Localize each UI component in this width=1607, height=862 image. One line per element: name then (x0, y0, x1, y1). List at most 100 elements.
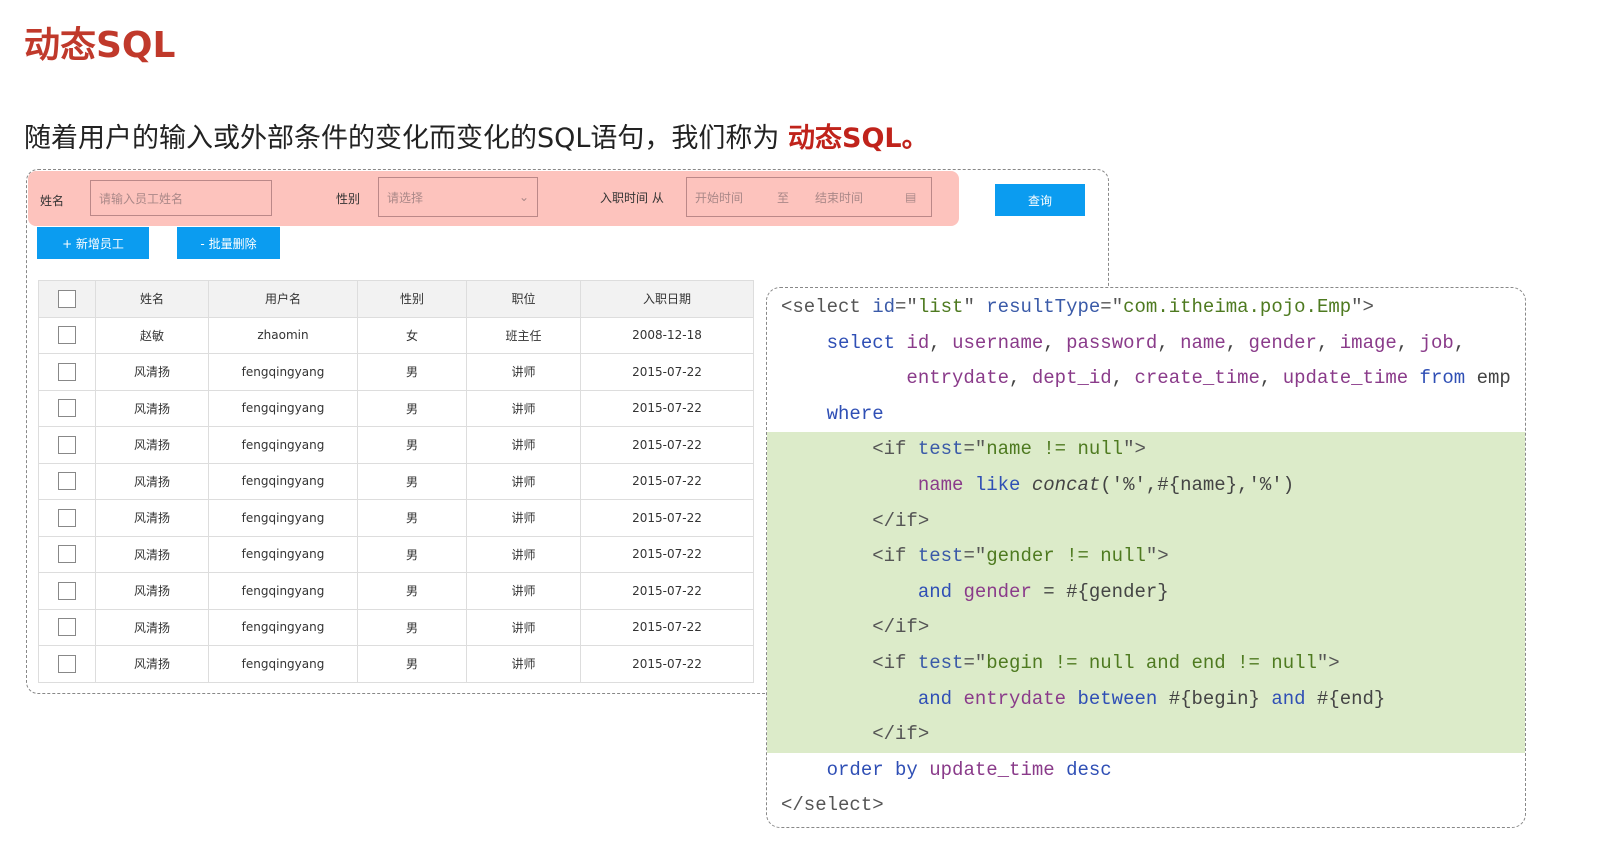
table-cell: 2015-07-22 (580, 462, 754, 500)
code-line: <select id="list" resultType="com.itheim… (781, 289, 1374, 325)
calendar-icon: ▤ (905, 190, 917, 204)
select-all-checkbox[interactable] (58, 289, 76, 308)
table-row: 赵敏 zhaomin 女班主任 2008-12-18 (38, 316, 754, 354)
row-checkbox[interactable] (58, 545, 76, 564)
code-token: com.itheima.pojo.Emp (1123, 296, 1352, 318)
code-line: </if> (781, 716, 929, 752)
code-token: gender (963, 580, 1044, 603)
code-token: , (1157, 331, 1181, 354)
table-cell: fengqingyang (208, 426, 358, 464)
row-checkbox-cell (38, 353, 96, 391)
gender-label: 性别 (336, 192, 361, 206)
code-token: =" (963, 438, 987, 461)
add-employee-button[interactable]: + 新增员工 (37, 227, 149, 259)
code-token: <select (781, 296, 873, 318)
code-line: entrydate, dept_id, create_time, update_… (781, 360, 1510, 396)
table-cell: 2008-12-18 (580, 316, 754, 354)
code-token: password (1066, 331, 1158, 354)
table-cell: 风清扬 (95, 462, 209, 500)
table-cell: 风清扬 (95, 535, 209, 573)
table-cell: 讲师 (466, 645, 581, 683)
date-range-input[interactable]: 开始时间 至 结束时间 ▤ (686, 177, 932, 217)
table-cell: 2015-07-22 (580, 535, 754, 573)
code-line: and entrydate between #{begin} and #{end… (781, 681, 1386, 717)
code-token: </select> (781, 794, 884, 817)
subtitle: 随着用户的输入或外部条件的变化而变化的SQL语句，我们称为 动态SQL。 (24, 116, 929, 155)
table-cell: fengqingyang (208, 572, 358, 610)
name-input[interactable]: 请输入员工姓名 (90, 180, 272, 216)
row-checkbox[interactable] (58, 399, 76, 418)
code-token: desc (1066, 758, 1112, 781)
table-cell: 2015-07-22 (580, 572, 754, 610)
row-checkbox[interactable] (58, 472, 76, 491)
code-token: = #{gender} (1043, 580, 1169, 603)
code-token: id (906, 331, 930, 354)
code-line: <if test="gender != null"> (781, 538, 1168, 574)
code-token: </if> (872, 509, 930, 532)
code-token: and (1271, 687, 1317, 710)
row-checkbox-cell (38, 535, 96, 573)
code-token: order by (826, 758, 930, 781)
code-line: order by update_time desc (781, 752, 1112, 788)
table-row: 风清扬 fengqingyang 男讲师 2015-07-22 (38, 462, 754, 500)
query-button[interactable]: 查询 (995, 184, 1085, 216)
code-token: image (1339, 331, 1397, 354)
code-token: " (963, 296, 987, 318)
table-cell: 讲师 (466, 535, 581, 573)
table-cell: 2015-07-22 (580, 645, 754, 683)
employee-table: 姓名 用户名 性别 职位 入职日期 赵敏 zhaomin 女班主任 2008-12-18 风清扬… (38, 280, 754, 683)
row-checkbox[interactable] (58, 654, 76, 673)
row-checkbox[interactable] (58, 326, 76, 345)
code-token: list (917, 296, 964, 318)
table-cell: 2015-07-22 (580, 389, 754, 427)
start-date: 开始时间 (695, 190, 744, 205)
subtitle-text: 随着用户的输入或外部条件的变化而变化的SQL语句，我们称为 (24, 123, 789, 154)
table-cell: fengqingyang (208, 389, 358, 427)
table-row: 风清扬 fengqingyang 男讲师 2015-07-22 (38, 572, 754, 610)
code-line: </select> (781, 787, 884, 823)
table-cell: fengqingyang (208, 462, 358, 500)
gender-select[interactable]: 请选择 ⌄ (378, 177, 538, 217)
code-token: , (1259, 367, 1283, 390)
batch-delete-button[interactable]: - 批量删除 (177, 227, 280, 259)
code-token: , (1396, 331, 1420, 354)
row-checkbox[interactable] (58, 618, 76, 637)
code-token: , (1009, 367, 1032, 390)
gender-placeholder: 请选择 (387, 190, 424, 205)
row-checkbox[interactable] (58, 581, 76, 600)
code-token: name (1180, 331, 1226, 354)
table-cell: 讲师 (466, 389, 581, 427)
code-token: , (1316, 331, 1340, 354)
table-row: 风清扬 fengqingyang 男讲师 2015-07-22 (38, 426, 754, 464)
code-token: and (917, 580, 964, 603)
table-cell: 讲师 (466, 462, 581, 500)
table-cell: 风清扬 (95, 389, 209, 427)
code-token: =" (895, 296, 918, 318)
code-token: from (1408, 367, 1477, 390)
row-checkbox[interactable] (58, 362, 76, 381)
table-row: 风清扬 fengqingyang 男讲师 2015-07-22 (38, 389, 754, 427)
table-cell: 风清扬 (95, 645, 209, 683)
row-checkbox-cell (38, 426, 96, 464)
table-cell: 男 (357, 645, 467, 683)
table-cell: 男 (357, 608, 467, 646)
column-header: 性别 (357, 280, 467, 318)
row-checkbox[interactable] (58, 435, 76, 454)
code-token: select (826, 331, 907, 354)
table-cell: 风清扬 (95, 499, 209, 537)
code-token: "> (1123, 438, 1146, 461)
table-cell: fengqingyang (208, 645, 358, 683)
code-token: gender != null (986, 545, 1146, 568)
table-cell: 讲师 (466, 426, 581, 464)
code-token: , (1225, 331, 1249, 354)
code-token: username (952, 331, 1044, 354)
code-line: and gender = #{gender} (781, 574, 1169, 610)
code-token: , (929, 331, 953, 354)
table-cell: 风清扬 (95, 353, 209, 391)
code-line: where (781, 396, 884, 432)
code-token: #{end} (1316, 687, 1386, 710)
row-checkbox[interactable] (58, 508, 76, 527)
to-label: 至 (777, 190, 790, 205)
table-cell: 2015-07-22 (580, 608, 754, 646)
code-token: resultType (986, 296, 1101, 318)
